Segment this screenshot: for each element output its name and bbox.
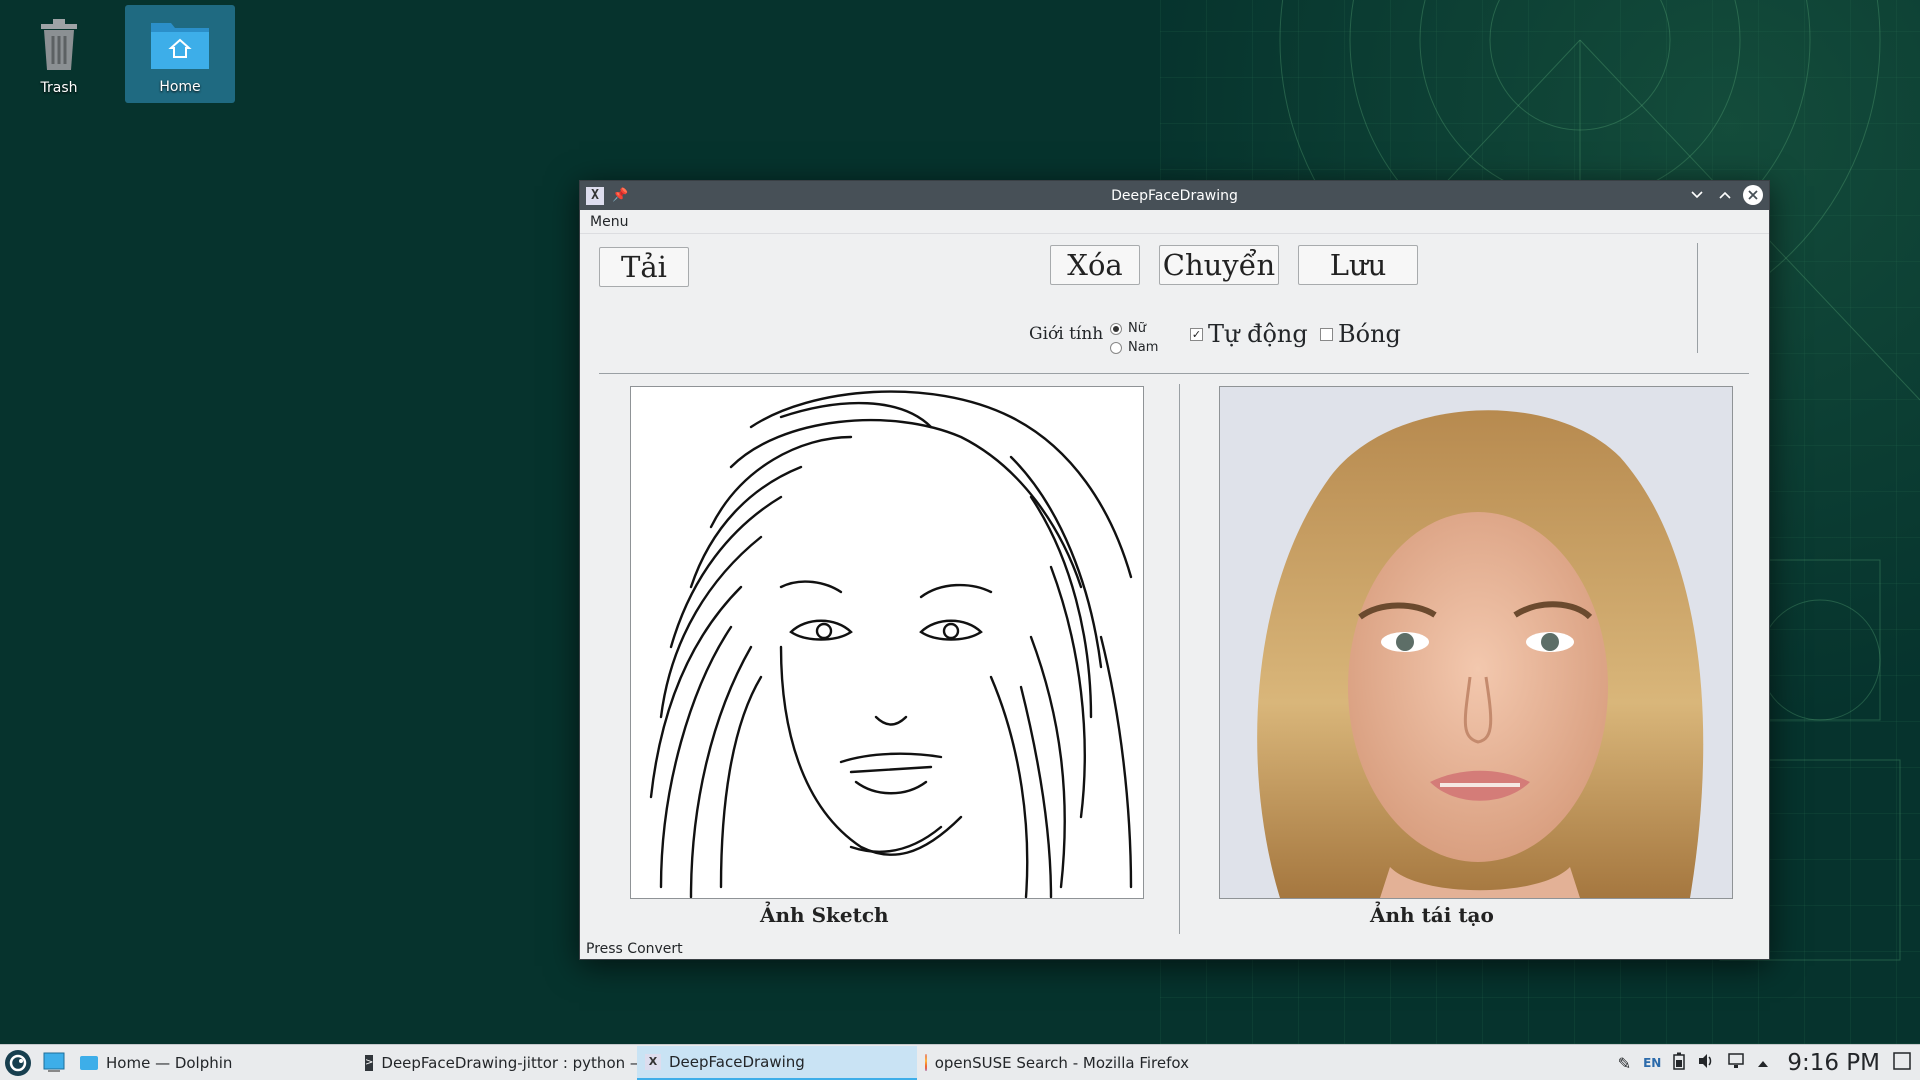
radio-button[interactable] [1110, 341, 1122, 354]
divider [1179, 384, 1180, 934]
application-launcher[interactable] [0, 1045, 36, 1080]
clipboard-pen-icon[interactable]: ✎ [1618, 1054, 1631, 1073]
portrait-image [1220, 387, 1732, 898]
deepfacedrawing-window: X 📌 DeepFaceDrawing Menu Tải Xóa Chuyển … [579, 180, 1770, 960]
divider [1697, 243, 1698, 353]
result-caption: Ảnh tái tạo [1370, 903, 1494, 927]
status-bar: Press Convert [586, 941, 683, 957]
divider [599, 373, 1749, 374]
radio-button[interactable] [1110, 322, 1122, 335]
trash-icon [41, 19, 77, 70]
system-tray: ✎ EN 9:16 PM [1618, 1045, 1920, 1080]
show-desktop-button[interactable] [36, 1045, 72, 1080]
volume-icon[interactable] [1697, 1052, 1715, 1074]
terminal-icon: > [365, 1054, 374, 1071]
gender-radio-group: Nữ Nam [1110, 319, 1158, 357]
task-dolphin[interactable]: Home — Dolphin [72, 1046, 357, 1080]
desktop-home[interactable]: Home [125, 5, 235, 103]
sketch-drawing [649, 390, 1133, 898]
show-desktop-icon[interactable] [1892, 1051, 1912, 1075]
keyboard-layout-indicator[interactable]: EN [1643, 1056, 1661, 1070]
desktop-trash[interactable]: Trash [4, 4, 114, 102]
shadow-checkbox[interactable] [1320, 327, 1333, 341]
x-app-icon[interactable]: X [586, 186, 604, 205]
firefox-icon [925, 1054, 927, 1071]
clock[interactable]: 9:16 PM [1787, 1050, 1880, 1076]
sketch-caption: Ảnh Sketch [760, 903, 889, 927]
desktop-pager-icon [43, 1052, 65, 1072]
task-label: Home — Dolphin [106, 1053, 233, 1072]
network-icon[interactable] [1727, 1052, 1745, 1074]
gender-label: Giới tính [1029, 324, 1104, 344]
maximize-icon[interactable] [1715, 184, 1735, 206]
desktop-icon-label: Home [159, 79, 201, 95]
x-app-icon: X [645, 1053, 661, 1070]
folder-icon [80, 1055, 98, 1070]
task-label: DeepFaceDrawing [669, 1052, 805, 1071]
gender-option-male[interactable]: Nam [1110, 338, 1158, 357]
shadow-label: Bóng [1338, 320, 1401, 348]
load-button[interactable]: Tải [599, 247, 689, 287]
task-label: DeepFaceDrawing-jittor : python —... [381, 1053, 637, 1072]
window-title: DeepFaceDrawing [1111, 187, 1238, 204]
sketch-canvas[interactable] [630, 386, 1144, 899]
clear-button[interactable]: Xóa [1050, 245, 1140, 285]
auto-checkbox-row[interactable]: ✓ Tự động [1190, 319, 1308, 349]
battery-icon[interactable] [1673, 1052, 1686, 1074]
save-button[interactable]: Lưu [1298, 245, 1418, 285]
shadow-checkbox-row[interactable]: Bóng [1320, 319, 1401, 349]
opensuse-logo-icon [5, 1049, 31, 1076]
result-image [1219, 386, 1733, 899]
minimize-icon[interactable] [1687, 184, 1707, 206]
task-label: openSUSE Search - Mozilla Firefox [934, 1053, 1189, 1072]
gender-option-female[interactable]: Nữ [1110, 319, 1158, 338]
home-folder-icon [151, 23, 209, 69]
task-deepfacedrawing[interactable]: X DeepFaceDrawing [637, 1045, 917, 1080]
desktop-icon-label: Trash [40, 80, 78, 96]
pin-icon[interactable]: 📌 [612, 188, 628, 203]
radio-label: Nam [1128, 340, 1159, 355]
radio-label: Nữ [1128, 321, 1146, 336]
task-terminal[interactable]: > DeepFaceDrawing-jittor : python —... [357, 1046, 637, 1080]
menu-button[interactable]: Menu [590, 214, 628, 230]
tray-expand-icon[interactable] [1757, 1054, 1769, 1072]
close-icon[interactable] [1743, 185, 1763, 205]
taskbar: Home — Dolphin > DeepFaceDrawing-jittor … [0, 1044, 1920, 1080]
window-titlebar[interactable]: X 📌 DeepFaceDrawing [580, 181, 1769, 210]
task-firefox[interactable]: openSUSE Search - Mozilla Firefox [917, 1046, 1197, 1080]
auto-label: Tự động [1208, 320, 1308, 348]
convert-button[interactable]: Chuyển [1159, 245, 1279, 285]
auto-checkbox[interactable]: ✓ [1190, 327, 1203, 341]
